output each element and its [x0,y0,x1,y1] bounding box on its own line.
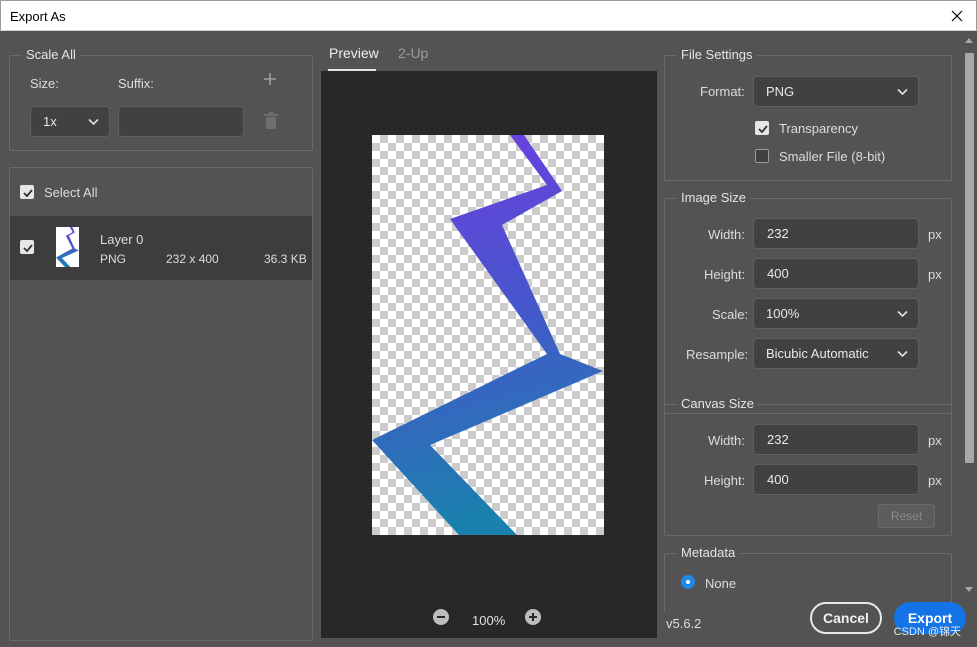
image-width-unit: px [928,227,942,242]
transparency-checkbox[interactable] [755,121,769,135]
trash-icon[interactable] [263,112,279,133]
format-value: PNG [766,84,795,99]
suffix-input[interactable] [118,106,244,137]
suffix-label: Suffix: [118,76,154,91]
canvas-width-input[interactable]: 232 [753,424,919,455]
chevron-down-icon [897,88,908,95]
window-title: Export As [10,9,66,24]
resample-value: Bicubic Automatic [766,346,869,361]
close-button[interactable] [946,5,968,27]
metadata-none-label: None [705,576,737,591]
canvas-height-unit: px [928,473,942,488]
scale-label: Scale: [712,307,749,322]
settings-scrollbar[interactable] [961,31,977,615]
check-icon [23,244,33,253]
layer-checkbox[interactable] [20,240,34,254]
image-height-input[interactable]: 400 [753,258,919,289]
file-settings-label: File Settings [677,47,757,62]
resample-dropdown[interactable]: Bicubic Automatic [753,338,919,369]
image-width-label: Width: [708,227,745,242]
layer-thumbnail [56,227,79,267]
image-height-label: Height: [704,267,746,282]
layer-dimensions: 232 x 400 [166,252,219,266]
title-bar: Export As [0,0,977,31]
scale-dropdown[interactable]: 100% [753,298,919,329]
chevron-down-icon [897,350,908,357]
scroll-thumb[interactable] [965,53,974,463]
check-icon [23,189,33,198]
preview-canvas [372,135,604,535]
zoom-in-button[interactable] [525,609,541,628]
canvas-height-input[interactable]: 400 [753,464,919,495]
image-size-label: Image Size [677,190,751,205]
smaller-file-label: Smaller File (8-bit) [779,149,886,164]
reset-button[interactable]: Reset [878,504,935,528]
format-dropdown[interactable]: PNG [753,76,919,107]
tab-2-up[interactable]: 2-Up [398,45,428,61]
layer-name: Layer 0 [100,232,144,247]
scale-all-label: Scale All [22,47,80,62]
cancel-button[interactable]: Cancel [810,602,882,634]
preview-image [372,135,603,535]
metadata-none-radio[interactable] [681,575,695,589]
resample-label: Resample: [686,347,749,362]
size-value: 1x [43,114,57,129]
metadata-label: Metadata [677,545,740,560]
chevron-down-icon [897,310,908,317]
minus-circle-icon [433,609,449,625]
canvas-width-value: 232 [767,432,789,447]
check-icon [758,125,768,134]
canvas-width-unit: px [928,433,942,448]
layer-file-size: 36.3 KB [264,252,307,266]
version-label: v5.6.2 [666,616,702,631]
close-icon [951,10,963,22]
watermark-text: CSDN @锦天 [893,626,961,638]
smaller-file-checkbox[interactable] [755,149,769,163]
layer-format: PNG [100,252,127,266]
image-width-input[interactable]: 232 [753,218,919,249]
scroll-up-icon [965,38,973,43]
chevron-down-icon [88,118,99,125]
scroll-down-icon [965,587,973,592]
size-dropdown[interactable]: 1x [30,106,110,137]
layer-row[interactable]: Layer 0 PNG 232 x 400 36.3 KB [10,216,312,280]
image-height-value: 400 [767,266,789,281]
plus-icon[interactable] [262,71,278,90]
select-all-label: Select All [44,185,98,200]
canvas-width-label: Width: [708,433,745,448]
zoom-out-button[interactable] [433,609,449,628]
canvas-height-value: 400 [767,472,789,487]
tab-preview[interactable]: Preview [329,45,379,61]
canvas-height-label: Height: [704,473,746,488]
plus-circle-icon [525,609,541,625]
select-all-checkbox[interactable] [20,185,34,199]
format-label: Format: [700,84,745,99]
size-label: Size: [30,76,59,91]
export-dialog: Scale All Size: Suffix: 1x Select All La… [0,31,977,647]
image-height-unit: px [928,267,942,282]
image-width-value: 232 [767,226,789,241]
canvas-size-label: Canvas Size [677,396,758,411]
zoom-level: 100% [472,613,506,628]
transparency-label: Transparency [779,121,858,136]
scale-value: 100% [766,306,800,321]
